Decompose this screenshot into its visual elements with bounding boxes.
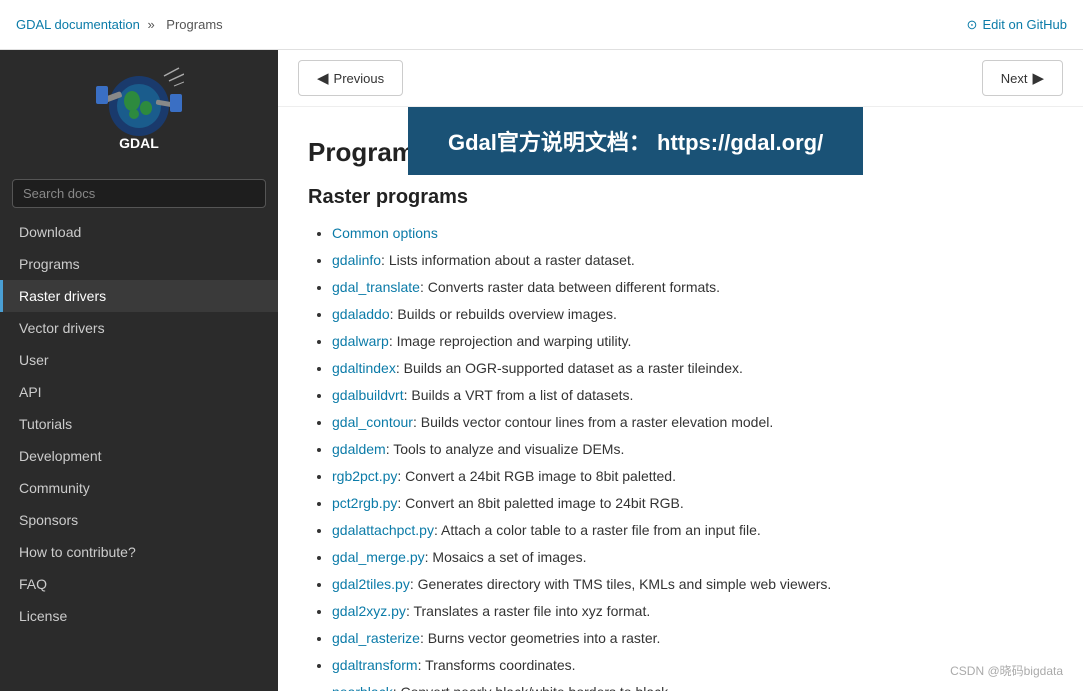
item-link-5[interactable]: gdaltindex [332,360,396,376]
item-link-10[interactable]: pct2rgb.py [332,495,397,511]
item-link-2[interactable]: gdal_translate [332,279,420,295]
sidebar-item-faq[interactable]: FAQ [0,568,278,600]
list-item: rgb2pct.py: Convert a 24bit RGB image to… [332,466,1053,487]
breadcrumb-area: GDAL documentation » Programs [16,17,227,32]
item-desc-10: : Convert an 8bit paletted image to 24bi… [397,495,683,511]
item-link-9[interactable]: rgb2pct.py [332,468,397,484]
breadcrumb-separator: » [147,17,154,32]
item-link-4[interactable]: gdalwarp [332,333,389,349]
list-item: gdalattachpct.py: Attach a color table t… [332,520,1053,541]
main-layout: GDAL DownloadProgramsRaster driversVecto… [0,50,1083,691]
item-desc-2: : Converts raster data between different… [420,279,720,295]
search-input[interactable] [12,179,266,208]
sidebar-item-vector-drivers[interactable]: Vector drivers [0,312,278,344]
item-link-3[interactable]: gdaladdo [332,306,390,322]
previous-label: Previous [334,71,385,86]
watermark: CSDN @晓码bigdata [950,662,1063,679]
list-item: gdalwarp: Image reprojection and warping… [332,331,1053,352]
item-desc-1: : Lists information about a raster datas… [381,252,635,268]
sidebar-navigation: DownloadProgramsRaster driversVector dri… [0,216,278,691]
sidebar: GDAL DownloadProgramsRaster driversVecto… [0,50,278,691]
next-button[interactable]: Next ▶ [982,60,1063,96]
list-item: gdal2xyz.py: Translates a raster file in… [332,601,1053,622]
sidebar-item-development[interactable]: Development [0,440,278,472]
list-item: gdalinfo: Lists information about a rast… [332,250,1053,271]
list-item: gdaltindex: Builds an OGR-supported data… [332,358,1053,379]
item-desc-9: : Convert a 24bit RGB image to 8bit pale… [397,468,676,484]
sidebar-item-raster-drivers[interactable]: Raster drivers [0,280,278,312]
item-link-1[interactable]: gdalinfo [332,252,381,268]
item-link-11[interactable]: gdalattachpct.py [332,522,434,538]
item-desc-5: : Builds an OGR-supported dataset as a r… [396,360,743,376]
item-desc-11: : Attach a color table to a raster file … [434,522,761,538]
content-area: ◀ Previous Next ▶ Gdal官方说明文档： https://gd… [278,50,1083,691]
item-link-0[interactable]: Common options [332,225,438,241]
sidebar-item-user[interactable]: User [0,344,278,376]
item-link-8[interactable]: gdaldem [332,441,386,457]
section-title-raster: Raster programs [308,186,1053,209]
svg-text:GDAL: GDAL [119,135,159,151]
sidebar-item-api[interactable]: API [0,376,278,408]
content-body: Programs Raster programsCommon optionsgd… [278,107,1083,691]
item-desc-13: : Generates directory with TMS tiles, KM… [410,576,831,592]
sidebar-item-license[interactable]: License [0,600,278,632]
item-link-15[interactable]: gdal_rasterize [332,630,420,646]
item-link-7[interactable]: gdal_contour [332,414,413,430]
sidebar-logo: GDAL [0,50,278,171]
list-item: gdal_translate: Converts raster data bet… [332,277,1053,298]
item-list-raster: Common options gdalinfo: Lists informatio… [308,223,1053,691]
item-desc-17: : Convert nearly black/white borders to … [393,684,672,691]
item-desc-3: : Builds or rebuilds overview images. [390,306,617,322]
sections-container: Raster programs Common options gdalinfo: L… [308,186,1053,691]
sidebar-item-download[interactable]: Download [0,216,278,248]
item-link-14[interactable]: gdal2xyz.py [332,603,406,619]
item-desc-8: : Tools to analyze and visualize DEMs. [386,441,625,457]
item-desc-16: : Transforms coordinates. [418,657,576,673]
top-bar: GDAL documentation » Programs ⊙ Edit on … [0,0,1083,50]
gdal-logo: GDAL [94,66,184,161]
item-link-16[interactable]: gdaltransform [332,657,418,673]
breadcrumb: GDAL documentation » Programs [16,17,227,32]
list-item: gdal_contour: Builds vector contour line… [332,412,1053,433]
edit-github-label: Edit on GitHub [982,17,1067,32]
item-desc-6: : Builds a VRT from a list of datasets. [404,387,634,403]
list-item: Common options [332,223,1053,244]
banner-box: Gdal官方说明文档： https://gdal.org/ [408,107,863,175]
list-item: gdaltransform: Transforms coordinates. [332,655,1053,676]
previous-button[interactable]: ◀ Previous [298,60,403,96]
item-desc-4: : Image reprojection and warping utility… [389,333,632,349]
breadcrumb-docs-link[interactable]: GDAL documentation [16,17,140,32]
sidebar-item-programs[interactable]: Programs [0,248,278,280]
list-item: gdal2tiles.py: Generates directory with … [332,574,1053,595]
sidebar-item-contribute[interactable]: How to contribute? [0,536,278,568]
next-arrow-icon: ▶ [1032,69,1044,87]
sidebar-item-tutorials[interactable]: Tutorials [0,408,278,440]
item-desc-7: : Builds vector contour lines from a ras… [413,414,773,430]
list-item: gdal_merge.py: Mosaics a set of images. [332,547,1053,568]
item-link-6[interactable]: gdalbuildvrt [332,387,404,403]
edit-github-link[interactable]: ⊙ Edit on GitHub [967,17,1067,33]
list-item: gdaldem: Tools to analyze and visualize … [332,439,1053,460]
nav-buttons: ◀ Previous Next ▶ [278,50,1083,107]
next-label: Next [1001,71,1028,86]
item-link-13[interactable]: gdal2tiles.py [332,576,410,592]
section-raster: Raster programs Common options gdalinfo: L… [308,186,1053,691]
sidebar-item-community[interactable]: Community [0,472,278,504]
sidebar-search-area[interactable] [0,171,278,216]
item-desc-15: : Burns vector geometries into a raster. [420,630,660,646]
list-item: gdalbuildvrt: Builds a VRT from a list o… [332,385,1053,406]
item-desc-12: : Mosaics a set of images. [425,549,587,565]
sidebar-item-sponsors[interactable]: Sponsors [0,504,278,536]
item-link-17[interactable]: nearblack [332,684,393,691]
item-link-12[interactable]: gdal_merge.py [332,549,425,565]
item-desc-14: : Translates a raster file into xyz form… [406,603,650,619]
list-item: pct2rgb.py: Convert an 8bit paletted ima… [332,493,1053,514]
prev-arrow-icon: ◀ [317,69,329,87]
breadcrumb-current: Programs [166,17,222,32]
github-icon: ⊙ [967,17,978,33]
list-item: nearblack: Convert nearly black/white bo… [332,682,1053,691]
list-item: gdal_rasterize: Burns vector geometries … [332,628,1053,649]
list-item: gdaladdo: Builds or rebuilds overview im… [332,304,1053,325]
